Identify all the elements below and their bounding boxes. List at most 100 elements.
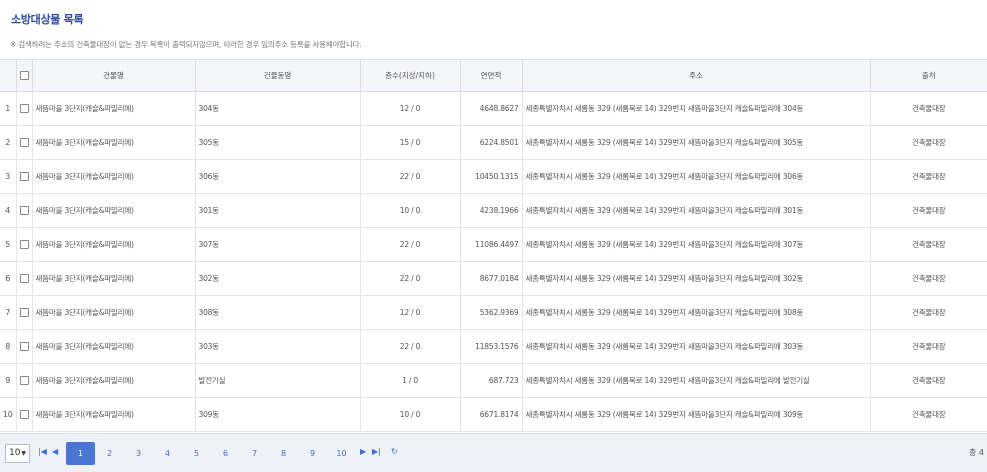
building-name-cell: 새뜸마을 3단지(캐슬&파밀리에) (32, 91, 196, 126)
row-checkbox[interactable] (19, 341, 29, 351)
building-dong-cell: 306동 (195, 159, 361, 194)
address-cell: 세종특별자치시 새롬동 329 (새롬북로 14) 329번지 새뜸마을3단지 … (522, 295, 871, 330)
page-number-button[interactable]: 9 (298, 442, 327, 465)
address-cell: 세종특별자치시 새롬동 329 (새롬북로 14) 329번지 새뜸마을3단지 … (522, 125, 871, 160)
table-row[interactable]: 4 새뜸마을 3단지(캐슬&파밀리에) 301동 10 / 0 4238.1966 세종특… (0, 193, 987, 228)
address-cell: 세종특별자치시 새롬동 329 (새롬북로 14) 329번지 새뜸마을3단지 … (522, 193, 871, 228)
building-name-cell: 새뜸마을 3단지(캐슬&파밀리에) (32, 227, 196, 262)
row-checkbox-cell[interactable] (16, 159, 33, 194)
page-number-button[interactable]: 7 (240, 442, 269, 465)
table-header-row: 건물명 건물동명 층수(지상/지하) 연면적 주소 출처 (0, 60, 987, 92)
area-cell: 4238.1966 (460, 193, 523, 228)
table-row[interactable]: 3 새뜸마을 3단지(캐슬&파밀리에) 306동 22 / 0 10450.1315 세종… (0, 159, 987, 194)
floors-cell: 1 / 0 (360, 363, 461, 398)
header-address[interactable]: 주소 (522, 60, 871, 92)
next-page-icon[interactable]: ▶ (360, 447, 366, 456)
row-checkbox-cell[interactable] (16, 91, 33, 126)
page-title: 소방대상물 목록 (11, 13, 84, 26)
header-source[interactable]: 출처 (870, 60, 987, 92)
floors-cell: 12 / 0 (360, 295, 461, 330)
area-cell: 8677.0184 (460, 261, 523, 296)
row-checkbox-cell[interactable] (16, 329, 33, 364)
table-row[interactable]: 1 새뜸마을 3단지(캐슬&파밀리에) 304동 12 / 0 4648.8627 세종특… (0, 91, 987, 126)
floors-cell: 22 / 0 (360, 227, 461, 262)
source-cell: 건축물대장 (870, 91, 987, 126)
building-dong-cell: 301동 (195, 193, 361, 228)
last-page-icon[interactable]: ▶| (372, 447, 381, 456)
row-number: 3 (0, 159, 17, 194)
select-all-checkbox[interactable] (19, 71, 29, 80)
building-dong-cell: 304동 (195, 91, 361, 126)
source-cell: 건축물대장 (870, 397, 987, 432)
page-number-button[interactable]: 2 (95, 442, 124, 465)
row-checkbox-cell[interactable] (16, 193, 33, 228)
total-count: 총 4 (969, 448, 984, 457)
pagination-bar: 10 ▼ |◀ ◀ 1 2 3 4 5 6 7 8 9 10 ▶ ▶| ↻ 총 4 (0, 433, 987, 472)
floors-cell: 22 / 0 (360, 159, 461, 194)
refresh-icon[interactable]: ↻ (391, 447, 398, 456)
table-row[interactable]: 6 새뜸마을 3단지(캐슬&파밀리에) 302동 22 / 0 8677.0184 세종특… (0, 261, 987, 296)
floors-cell: 10 / 0 (360, 193, 461, 228)
table-row[interactable]: 8 새뜸마을 3단지(캐슬&파밀리에) 303동 22 / 0 11853.1576 세종… (0, 329, 987, 364)
address-cell: 세종특별자치시 새롬동 329 (새롬북로 14) 329번지 새뜸마을3단지 … (522, 363, 871, 398)
notice-text: ※ 검색하려는 주소의 건축물대장이 없는 경우 목록이 출력되지않으며, 이러… (10, 40, 362, 49)
source-cell: 건축물대장 (870, 125, 987, 160)
row-checkbox[interactable] (19, 171, 29, 181)
building-table: 건물명 건물동명 층수(지상/지하) 연면적 주소 출처 1 새뜸마을 3단지(캐… (0, 60, 987, 432)
building-name-cell: 새뜸마을 3단지(캐슬&파밀리에) (32, 193, 196, 228)
page-number-button[interactable]: 3 (124, 442, 153, 465)
row-checkbox[interactable] (19, 239, 29, 249)
row-checkbox[interactable] (19, 137, 29, 147)
building-name-cell: 새뜸마을 3단지(캐슬&파밀리에) (32, 261, 196, 296)
row-checkbox[interactable] (19, 307, 29, 317)
row-checkbox-cell[interactable] (16, 295, 33, 330)
page-number-button[interactable]: 5 (182, 442, 211, 465)
header-building-dong[interactable]: 건물동명 (195, 60, 361, 92)
row-checkbox-cell[interactable] (16, 363, 33, 398)
header-area[interactable]: 연면적 (460, 60, 523, 92)
header-floors[interactable]: 층수(지상/지하) (360, 60, 461, 92)
floors-cell: 15 / 0 (360, 125, 461, 160)
table-row[interactable]: 10 새뜸마을 3단지(캐슬&파밀리에) 309동 10 / 0 6671.8174 세종… (0, 397, 987, 432)
source-cell: 건축물대장 (870, 159, 987, 194)
page-number-button[interactable]: 8 (269, 442, 298, 465)
building-name-cell: 새뜸마을 3단지(캐슬&파밀리에) (32, 397, 196, 432)
address-cell: 세종특별자치시 새롬동 329 (새롬북로 14) 329번지 새뜸마을3단지 … (522, 227, 871, 262)
row-checkbox-cell[interactable] (16, 261, 33, 296)
source-cell: 건축물대장 (870, 329, 987, 364)
row-checkbox[interactable] (19, 103, 29, 113)
row-checkbox-cell[interactable] (16, 397, 33, 432)
table-row[interactable]: 5 새뜸마을 3단지(캐슬&파밀리에) 307동 22 / 0 11086.4497 세종… (0, 227, 987, 262)
page-number-button[interactable]: 10 (327, 442, 356, 465)
page-number-button[interactable]: 6 (211, 442, 240, 465)
row-checkbox-cell[interactable] (16, 227, 33, 262)
row-checkbox[interactable] (19, 273, 29, 283)
page-size-value: 10 (9, 448, 21, 458)
header-select-all[interactable] (16, 60, 33, 92)
area-cell: 5362.9369 (460, 295, 523, 330)
page-number-button[interactable]: 4 (153, 442, 182, 465)
page-number-button[interactable]: 1 (66, 442, 95, 465)
row-checkbox[interactable] (19, 375, 29, 385)
source-cell: 건축물대장 (870, 227, 987, 262)
table-row[interactable]: 9 새뜸마을 3단지(캐슬&파밀리에) 발전기실 1 / 0 687.723 세종특별자치… (0, 363, 987, 398)
source-cell: 건축물대장 (870, 261, 987, 296)
building-dong-cell: 발전기실 (195, 363, 361, 398)
prev-page-icon[interactable]: ◀ (52, 447, 58, 456)
row-number: 1 (0, 91, 17, 126)
first-page-icon[interactable]: |◀ (38, 447, 47, 456)
row-number: 9 (0, 363, 17, 398)
building-dong-cell: 302동 (195, 261, 361, 296)
table-row[interactable]: 7 새뜸마을 3단지(캐슬&파밀리에) 308동 12 / 0 5362.9369 세종특… (0, 295, 987, 330)
row-checkbox-cell[interactable] (16, 125, 33, 160)
row-checkbox[interactable] (19, 409, 29, 419)
floors-cell: 22 / 0 (360, 261, 461, 296)
header-building-name[interactable]: 건물명 (32, 60, 196, 92)
building-dong-cell: 309동 (195, 397, 361, 432)
row-checkbox[interactable] (19, 205, 29, 215)
source-cell: 건축물대장 (870, 193, 987, 228)
building-dong-cell: 303동 (195, 329, 361, 364)
table-row[interactable]: 2 새뜸마을 3단지(캐슬&파밀리에) 305동 15 / 0 6224.8501 세종특… (0, 125, 987, 160)
area-cell: 11086.4497 (460, 227, 523, 262)
page-size-select[interactable]: 10 ▼ (5, 444, 30, 463)
